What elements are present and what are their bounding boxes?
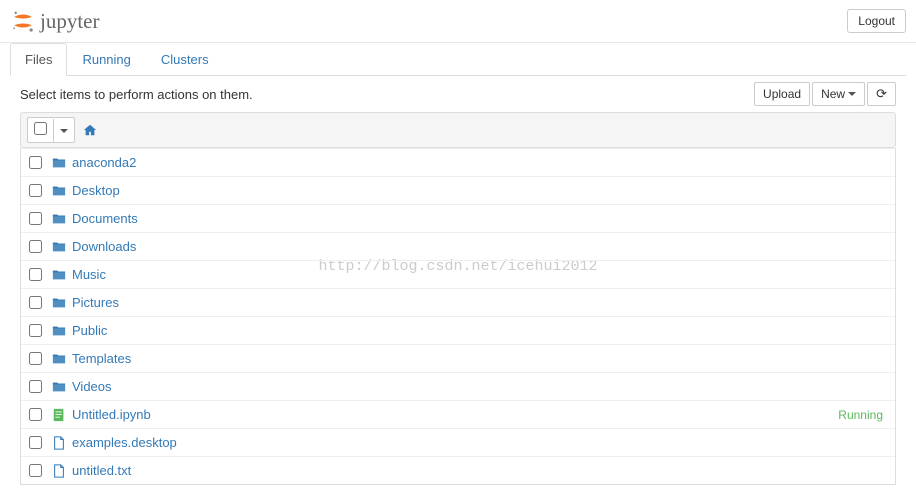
folder-icon: [52, 156, 66, 170]
jupyter-logo[interactable]: jupyter: [10, 8, 99, 34]
file-list: anaconda2 Desktop Documents Downloads Music P…: [20, 148, 896, 485]
tab-running[interactable]: Running: [67, 43, 145, 76]
item-name-link[interactable]: Public: [72, 323, 107, 338]
folder-icon: [52, 184, 66, 198]
list-item: Untitled.ipynb Running: [21, 400, 895, 428]
row-checkbox[interactable]: [29, 352, 42, 365]
list-item: Videos: [21, 372, 895, 400]
row-checkbox[interactable]: [29, 380, 42, 393]
tab-files[interactable]: Files: [10, 43, 67, 76]
folder-icon: [52, 380, 66, 394]
brand-text: jupyter: [40, 9, 99, 34]
row-checkbox[interactable]: [29, 156, 42, 169]
logout-button[interactable]: Logout: [847, 9, 906, 33]
refresh-icon: ⟳: [876, 86, 887, 102]
row-checkbox[interactable]: [29, 464, 42, 477]
item-name-link[interactable]: anaconda2: [72, 155, 136, 170]
list-item: Documents: [21, 204, 895, 232]
list-item: untitled.txt: [21, 456, 895, 484]
row-checkbox[interactable]: [29, 184, 42, 197]
list-item: Pictures: [21, 288, 895, 316]
item-name-link[interactable]: untitled.txt: [72, 463, 131, 478]
item-name-link[interactable]: Templates: [72, 351, 131, 366]
item-name-link[interactable]: Downloads: [72, 239, 136, 254]
item-name-link[interactable]: Desktop: [72, 183, 120, 198]
item-name-link[interactable]: Pictures: [72, 295, 119, 310]
new-dropdown[interactable]: New: [812, 82, 865, 106]
tabs: Files Running Clusters: [10, 43, 906, 76]
item-name-link[interactable]: Videos: [72, 379, 112, 394]
folder-icon: [52, 324, 66, 338]
row-checkbox[interactable]: [29, 436, 42, 449]
item-name-link[interactable]: Documents: [72, 211, 138, 226]
select-all-checkbox[interactable]: [34, 122, 47, 135]
file-icon: [52, 464, 66, 478]
folder-icon: [52, 240, 66, 254]
tab-clusters[interactable]: Clusters: [146, 43, 224, 76]
folder-icon: [52, 212, 66, 226]
refresh-button[interactable]: ⟳: [867, 82, 896, 106]
item-name-link[interactable]: Untitled.ipynb: [72, 407, 151, 422]
folder-icon: [52, 352, 66, 366]
notebook-icon: [52, 408, 66, 422]
list-item: Templates: [21, 344, 895, 372]
upload-button[interactable]: Upload: [754, 82, 810, 106]
select-all-group: [27, 117, 75, 143]
list-item: Desktop: [21, 176, 895, 204]
chevron-down-icon: [848, 92, 856, 96]
list-item: Public: [21, 316, 895, 344]
new-label: New: [821, 87, 845, 101]
list-item: anaconda2: [21, 148, 895, 176]
action-row: Select items to perform actions on them.…: [10, 76, 906, 112]
list-item: examples.desktop: [21, 428, 895, 456]
row-checkbox[interactable]: [29, 296, 42, 309]
item-name-link[interactable]: Music: [72, 267, 106, 282]
select-all-dropdown[interactable]: [53, 119, 74, 142]
jupyter-icon: [10, 8, 36, 34]
status-badge: Running: [838, 408, 883, 422]
chevron-down-icon: [60, 129, 68, 133]
row-checkbox[interactable]: [29, 212, 42, 225]
list-item: Downloads: [21, 232, 895, 260]
list-item: Music: [21, 260, 895, 288]
breadcrumb-bar: [20, 112, 896, 148]
row-checkbox[interactable]: [29, 240, 42, 253]
row-checkbox[interactable]: [29, 408, 42, 421]
folder-icon: [52, 296, 66, 310]
hint-text: Select items to perform actions on them.: [20, 87, 253, 102]
folder-icon: [52, 268, 66, 282]
file-icon: [52, 436, 66, 450]
home-icon[interactable]: [83, 123, 97, 137]
item-name-link[interactable]: examples.desktop: [72, 435, 177, 450]
header-bar: jupyter Logout: [0, 0, 916, 43]
row-checkbox[interactable]: [29, 324, 42, 337]
row-checkbox[interactable]: [29, 268, 42, 281]
